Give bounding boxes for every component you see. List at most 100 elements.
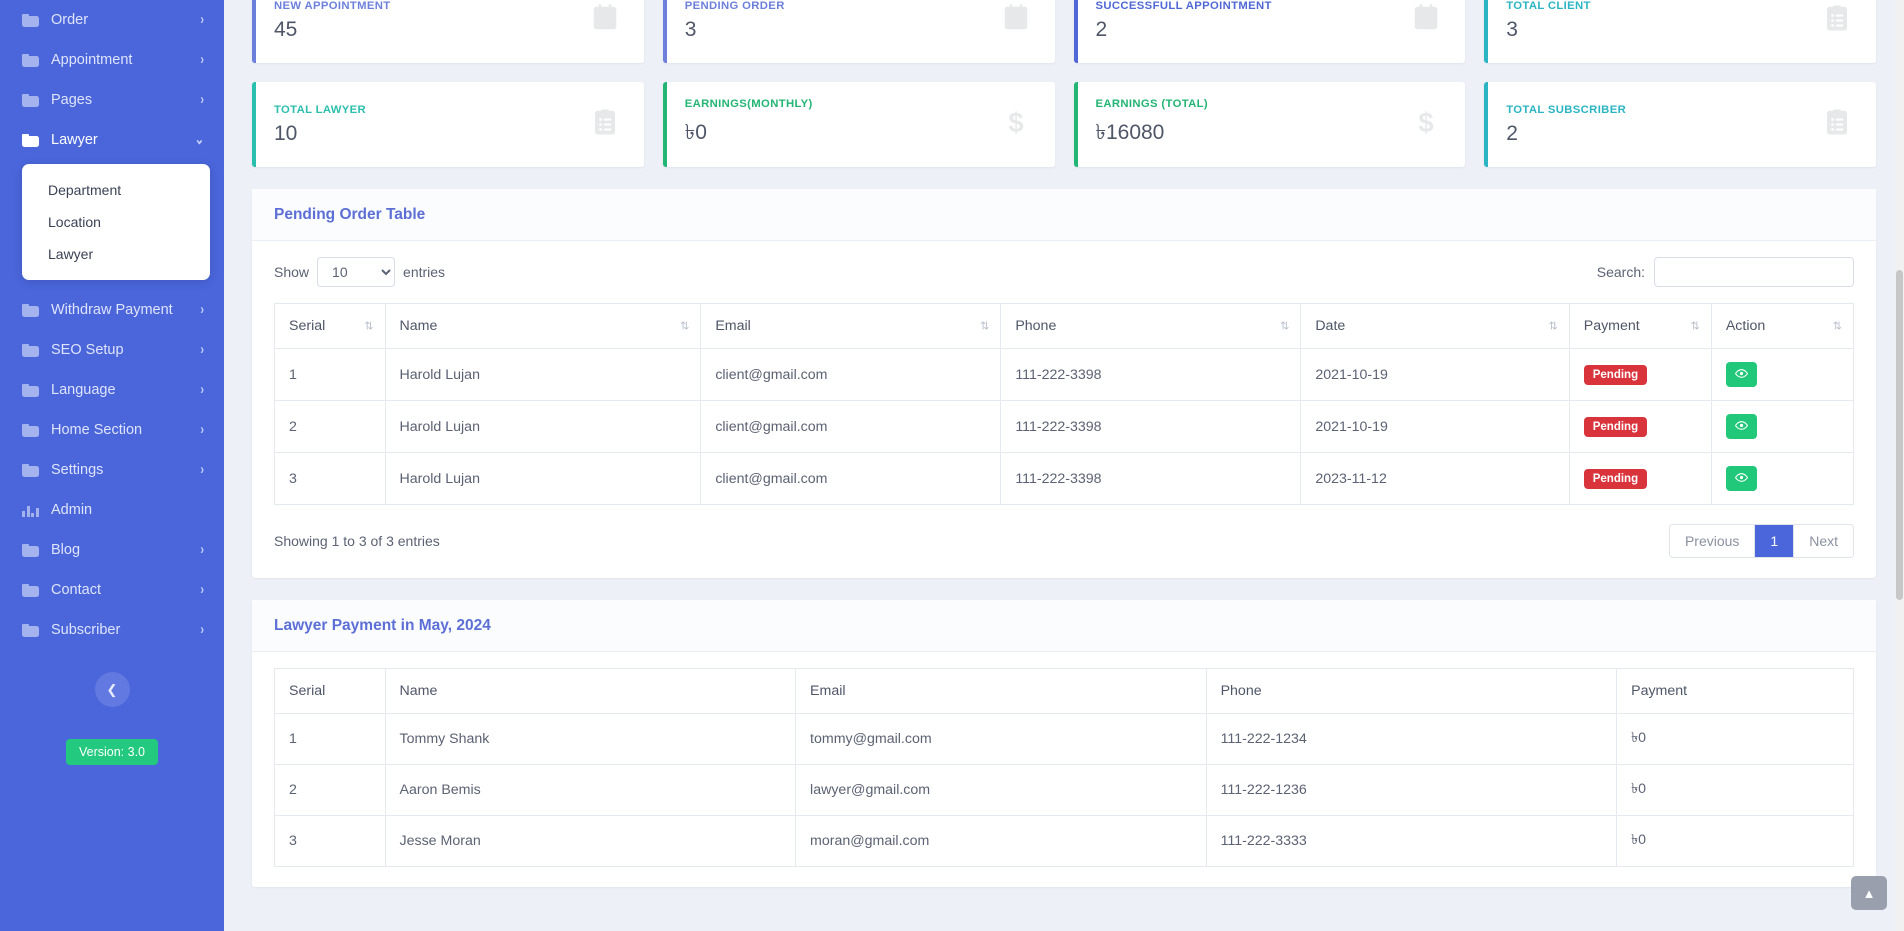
- sidebar-item-order[interactable]: Order ›: [0, 0, 224, 40]
- column-header-payment: Payment: [1616, 668, 1854, 714]
- sidebar-item-label: Pages: [51, 92, 93, 108]
- stat-card-value: ৳16080: [1095, 121, 1165, 144]
- stat-card-value: 45: [274, 17, 298, 41]
- chevron-right-icon: ›: [200, 91, 204, 108]
- sidebar-item-home-section[interactable]: Home Section ›: [0, 410, 224, 450]
- cell-payment: Pending: [1568, 348, 1712, 401]
- pagination-next[interactable]: Next: [1794, 525, 1853, 557]
- folder-icon: [22, 463, 39, 477]
- pagination-previous[interactable]: Previous: [1669, 525, 1756, 557]
- sidebar-item-pages[interactable]: Pages ›: [0, 80, 224, 120]
- stat-card-label: EARNINGS (TOTAL): [1095, 98, 1208, 110]
- sidebar-nav: Order › Appointment › Pages › Lawyer ⌄ Departmen…: [0, 0, 224, 650]
- pagination-page-1[interactable]: 1: [1755, 525, 1795, 557]
- column-label: Phone: [1015, 318, 1057, 334]
- column-label: Serial: [289, 318, 326, 334]
- column-label: Email: [715, 318, 751, 334]
- column-header-serial[interactable]: Serial ⇅: [274, 303, 386, 349]
- cell-date: 2023-11-12: [1300, 452, 1570, 505]
- sidebar-item-label: Subscriber: [51, 622, 121, 638]
- pending-order-tbody: 1 Harold Lujan client@gmail.com 111-222-339…: [274, 348, 1855, 505]
- column-header-action[interactable]: Action ⇅: [1710, 303, 1855, 349]
- stat-card-total-client: TOTAL CLIENT 3: [1484, 0, 1876, 63]
- sidebar-item-settings[interactable]: Settings ›: [0, 450, 224, 490]
- stat-texts: SUCCESSFULL APPOINTMENT 2: [1096, 0, 1272, 42]
- sidebar-item-label: Admin: [51, 502, 93, 518]
- column-header-payment[interactable]: Payment ⇅: [1568, 303, 1712, 349]
- pending-order-panel: Pending Order Table Show 102550100 entri…: [252, 189, 1876, 578]
- sidebar-item-label: Blog: [51, 542, 81, 558]
- eye-icon: [1734, 471, 1748, 487]
- scroll-to-top-button[interactable]: ▲: [1851, 876, 1887, 910]
- page-scrollbar[interactable]: [1895, 0, 1904, 931]
- version-wrap: Version: 3.0: [0, 739, 224, 765]
- pending-order-thead: Serial ⇅ Name ⇅ Email ⇅ Phone ⇅ Date ⇅ Payment ⇅ Act…: [274, 303, 1855, 349]
- sidebar-item-lawyer[interactable]: Lawyer ⌄: [0, 120, 224, 160]
- status-badge: Pending: [1583, 468, 1648, 489]
- sidebar-item-withdraw-payment[interactable]: Withdraw Payment ›: [0, 290, 224, 330]
- column-header-email[interactable]: Email ⇅: [700, 303, 1002, 349]
- column-label: Payment: [1583, 318, 1640, 334]
- chevron-up-icon: ▲: [1862, 885, 1876, 901]
- pending-order-panel-header: Pending Order Table: [252, 189, 1876, 241]
- sidebar-item-label: Language: [51, 382, 116, 398]
- scrollbar-thumb[interactable]: [1896, 270, 1903, 600]
- entries-length-control: Show 102550100 entries: [274, 257, 445, 287]
- sidebar-item-subscriber[interactable]: Subscriber ›: [0, 610, 224, 650]
- lawyer-payment-tbody: 1 Tommy Shank tommy@gmail.com 111-222-1234 ৳…: [274, 713, 1854, 867]
- chevron-right-icon: ›: [200, 381, 204, 398]
- svg-text:$: $: [1419, 107, 1434, 137]
- sidebar-item-contact[interactable]: Contact ›: [0, 570, 224, 610]
- stat-cards-row-2: TOTAL LAWYER 10 EARNINGS(MONTHLY) ৳0 $ EARNIN…: [252, 82, 1876, 167]
- cell-email: tommy@gmail.com: [795, 713, 1207, 765]
- sidebar-item-language[interactable]: Language ›: [0, 370, 224, 410]
- column-header-phone[interactable]: Phone ⇅: [1000, 303, 1302, 349]
- cell-email: moran@gmail.com: [795, 815, 1207, 867]
- dollar-icon: $: [1411, 107, 1441, 142]
- folder-icon: [22, 583, 39, 597]
- column-label: Phone: [1220, 683, 1262, 699]
- submenu-item-lawyer[interactable]: Lawyer: [22, 238, 210, 270]
- stat-texts: EARNINGS(MONTHLY) ৳0: [685, 98, 813, 151]
- cell-phone: 111-222-3398: [1000, 400, 1302, 453]
- submenu-item-department[interactable]: Department: [22, 174, 210, 206]
- table-row: 1 Tommy Shank tommy@gmail.com 111-222-1234 ৳…: [274, 713, 1854, 765]
- stat-card-total-subscriber: TOTAL SUBSCRIBER 2: [1484, 82, 1876, 167]
- stat-card-value: 3: [1506, 17, 1518, 41]
- cell-phone: 111-222-1236: [1205, 764, 1618, 816]
- stat-card-value: 2: [1095, 17, 1108, 41]
- search-input[interactable]: [1654, 257, 1854, 287]
- view-button[interactable]: [1725, 466, 1757, 491]
- stat-card-new-appointment: NEW APPOINTMENT 45: [252, 0, 644, 63]
- folder-icon: [22, 343, 39, 357]
- column-header-date[interactable]: Date ⇅: [1300, 303, 1570, 349]
- stat-card-total-lawyer: TOTAL LAWYER 10: [252, 82, 644, 167]
- chevron-left-icon: ❮: [106, 681, 118, 697]
- cell-email: client@gmail.com: [700, 348, 1002, 401]
- column-header-name[interactable]: Name ⇅: [384, 303, 702, 349]
- stat-texts: TOTAL LAWYER 10: [274, 104, 366, 146]
- sidebar-submenu-lawyer: Department Location Lawyer: [22, 164, 210, 280]
- sidebar-item-admin[interactable]: Admin: [0, 490, 224, 530]
- stat-card-value: 10: [274, 121, 298, 145]
- show-label: Show: [274, 264, 310, 280]
- view-button[interactable]: [1725, 414, 1757, 439]
- sidebar-item-appointment[interactable]: Appointment ›: [0, 40, 224, 80]
- sidebar-item-label: Appointment: [51, 52, 133, 68]
- column-label: Action: [1725, 318, 1766, 334]
- clipboard-list-icon: [1822, 3, 1852, 38]
- cell-payment: Pending: [1568, 452, 1712, 505]
- entries-select[interactable]: 102550100: [317, 257, 396, 287]
- entries-label: entries: [403, 264, 446, 280]
- folder-icon: [22, 13, 39, 27]
- stat-texts: TOTAL SUBSCRIBER 2: [1506, 104, 1626, 146]
- stat-card-value: ৳0: [684, 121, 707, 144]
- submenu-item-location[interactable]: Location: [22, 206, 210, 238]
- sidebar-item-seo-setup[interactable]: SEO Setup ›: [0, 330, 224, 370]
- sidebar-item-blog[interactable]: Blog ›: [0, 530, 224, 570]
- sort-updown-icon: ⇅: [1832, 320, 1842, 333]
- sort-updown-icon: ⇅: [1280, 320, 1289, 333]
- sidebar-collapse-button[interactable]: ❮: [94, 672, 130, 707]
- view-button[interactable]: [1725, 362, 1757, 387]
- sidebar: Order › Appointment › Pages › Lawyer ⌄ Departmen…: [0, 0, 224, 931]
